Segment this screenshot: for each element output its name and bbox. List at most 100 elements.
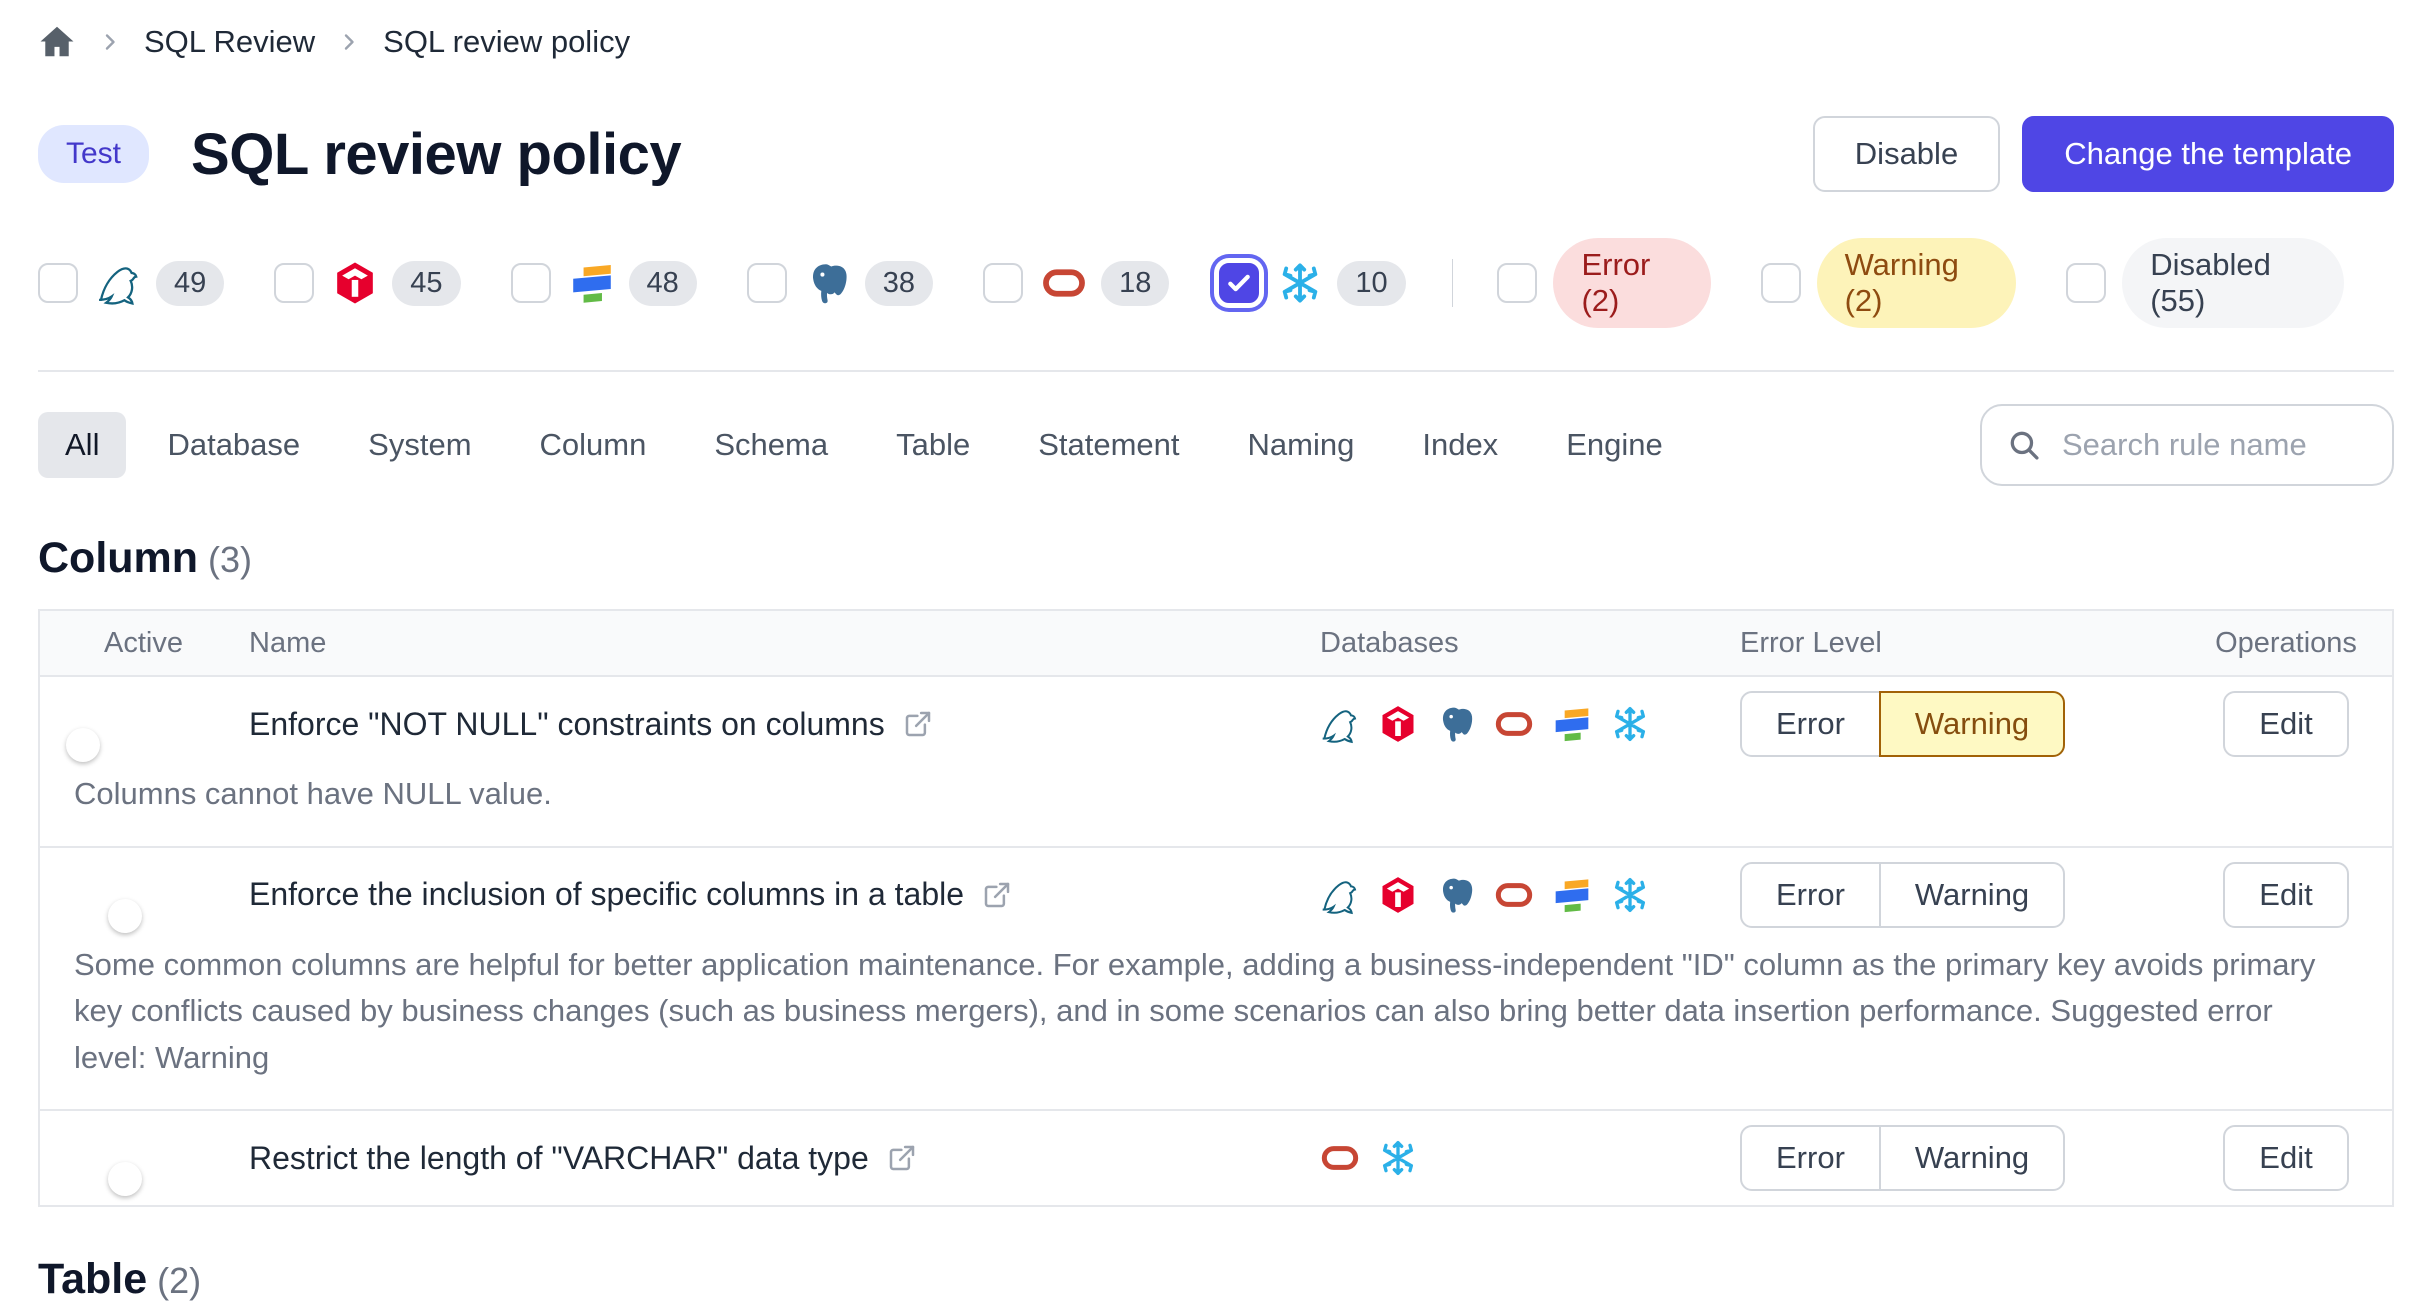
postgres-rule-count: 38 xyxy=(865,261,933,306)
disabled-filter-checkbox[interactable] xyxy=(2066,263,2106,303)
header-name: Name xyxy=(249,627,1320,660)
mysql-icon xyxy=(96,260,142,306)
snowflake-icon xyxy=(1277,260,1323,306)
search-icon xyxy=(2006,427,2042,463)
postgres-filter-checkbox[interactable] xyxy=(747,263,787,303)
oceanbase-icon xyxy=(1552,704,1592,744)
snowflake-filter-checkbox[interactable] xyxy=(1219,263,1259,303)
engine-filter-postgres[interactable]: 38 xyxy=(747,260,933,306)
level-error-button[interactable]: Error xyxy=(1740,691,1881,757)
rule-databases xyxy=(1320,875,1740,915)
engine-filter-snowflake[interactable]: 10 xyxy=(1219,260,1405,306)
section-title-table: Table(2) xyxy=(38,1255,2394,1304)
breadcrumb-sql-review[interactable]: SQL Review xyxy=(144,24,315,60)
tab-column[interactable]: Column xyxy=(513,412,674,478)
level-warning-button[interactable]: Warning xyxy=(1879,862,2065,928)
home-icon[interactable] xyxy=(38,23,76,61)
engine-filter-mysql[interactable]: 49 xyxy=(38,260,224,306)
mysql-icon xyxy=(1320,875,1360,915)
error-filter-label[interactable]: Error (2) xyxy=(1553,238,1710,328)
error-filter-checkbox[interactable] xyxy=(1497,263,1537,303)
edit-button[interactable]: Edit xyxy=(2223,1125,2348,1191)
category-tabs: All Database System Column Schema Table … xyxy=(38,412,1690,478)
external-link-icon[interactable] xyxy=(903,709,933,739)
tab-engine[interactable]: Engine xyxy=(1539,412,1690,478)
filter-divider xyxy=(1452,259,1454,307)
header-databases: Databases xyxy=(1320,627,1740,660)
engine-filter-oracle[interactable]: 18 xyxy=(983,260,1169,306)
disabled-level-filter[interactable]: Disabled (55) xyxy=(2066,238,2344,328)
breadcrumb-current: SQL review policy xyxy=(383,24,630,60)
column-rules-table: Active Name Databases Error Level Operat… xyxy=(38,609,2394,1207)
disabled-filter-label[interactable]: Disabled (55) xyxy=(2122,238,2344,328)
tab-statement[interactable]: Statement xyxy=(1011,412,1206,478)
chevron-right-icon xyxy=(337,30,361,54)
rule-name: Enforce the inclusion of specific column… xyxy=(249,876,964,913)
rule-databases xyxy=(1320,704,1740,744)
level-warning-button[interactable]: Warning xyxy=(1879,1125,2065,1191)
tidb-filter-checkbox[interactable] xyxy=(274,263,314,303)
oceanbase-icon xyxy=(1552,875,1592,915)
tab-database[interactable]: Database xyxy=(140,412,327,478)
rule-name: Restrict the length of "VARCHAR" data ty… xyxy=(249,1140,869,1177)
oracle-icon xyxy=(1494,875,1534,915)
oceanbase-icon xyxy=(569,260,615,306)
oracle-icon xyxy=(1041,260,1087,306)
warning-filter-checkbox[interactable] xyxy=(1761,263,1801,303)
level-warning-button[interactable]: Warning xyxy=(1879,691,2065,757)
tab-system[interactable]: System xyxy=(341,412,498,478)
tidb-icon xyxy=(1378,875,1418,915)
rule-databases xyxy=(1320,1138,1740,1178)
change-template-button[interactable]: Change the template xyxy=(2022,116,2394,192)
edit-button[interactable]: Edit xyxy=(2223,862,2348,928)
oceanbase-filter-checkbox[interactable] xyxy=(511,263,551,303)
oracle-rule-count: 18 xyxy=(1101,261,1169,306)
rule-description: Some common columns are helpful for bett… xyxy=(40,942,2392,1110)
postgres-icon xyxy=(805,260,851,306)
disable-button[interactable]: Disable xyxy=(1813,116,2000,192)
rule-error-level: Error Warning xyxy=(1740,691,2180,757)
snowflake-icon xyxy=(1378,1138,1418,1178)
tab-schema[interactable]: Schema xyxy=(687,412,855,478)
warning-filter-label[interactable]: Warning (2) xyxy=(1817,238,2017,328)
edit-button[interactable]: Edit xyxy=(2223,691,2348,757)
mysql-filter-checkbox[interactable] xyxy=(38,263,78,303)
breadcrumb: SQL Review SQL review policy xyxy=(38,18,2394,66)
engine-filter-oceanbase[interactable]: 48 xyxy=(511,260,697,306)
tab-table[interactable]: Table xyxy=(869,412,997,478)
tidb-icon xyxy=(1378,704,1418,744)
postgres-icon xyxy=(1436,875,1476,915)
oracle-filter-checkbox[interactable] xyxy=(983,263,1023,303)
mysql-rule-count: 49 xyxy=(156,261,224,306)
snowflake-icon xyxy=(1610,875,1650,915)
tidb-rule-count: 45 xyxy=(392,261,460,306)
rule-error-level: Error Warning xyxy=(1740,1125,2180,1191)
section-count: (2) xyxy=(157,1260,201,1301)
rule-name: Enforce "NOT NULL" constraints on column… xyxy=(249,706,885,743)
engine-filter-tidb[interactable]: 45 xyxy=(274,260,460,306)
section-divider xyxy=(38,370,2394,372)
page-title: SQL review policy xyxy=(191,121,681,188)
section-title-column: Column(3) xyxy=(38,534,2394,583)
tidb-icon xyxy=(332,260,378,306)
tab-naming[interactable]: Naming xyxy=(1221,412,1382,478)
sql-review-policy-page: SQL Review SQL review policy Test SQL re… xyxy=(0,0,2432,1314)
level-error-button[interactable]: Error xyxy=(1740,862,1881,928)
error-level-filter[interactable]: Error (2) xyxy=(1497,238,1710,328)
external-link-icon[interactable] xyxy=(887,1143,917,1173)
tab-all[interactable]: All xyxy=(38,412,126,478)
postgres-icon xyxy=(1436,704,1476,744)
search-input[interactable] xyxy=(2060,426,2368,464)
tab-index[interactable]: Index xyxy=(1395,412,1525,478)
environment-badge: Test xyxy=(38,125,149,183)
rule-row-not-null: Enforce "NOT NULL" constraints on column… xyxy=(40,677,2392,848)
table-header-row: Active Name Databases Error Level Operat… xyxy=(40,611,2392,677)
oceanbase-rule-count: 48 xyxy=(629,261,697,306)
level-error-button[interactable]: Error xyxy=(1740,1125,1881,1191)
rule-description: Columns cannot have NULL value. xyxy=(40,771,2392,846)
external-link-icon[interactable] xyxy=(982,880,1012,910)
section-count: (3) xyxy=(208,539,252,580)
header-actions: Disable Change the template xyxy=(1813,116,2394,192)
warning-level-filter[interactable]: Warning (2) xyxy=(1761,238,2017,328)
header-operations: Operations xyxy=(2180,627,2392,660)
